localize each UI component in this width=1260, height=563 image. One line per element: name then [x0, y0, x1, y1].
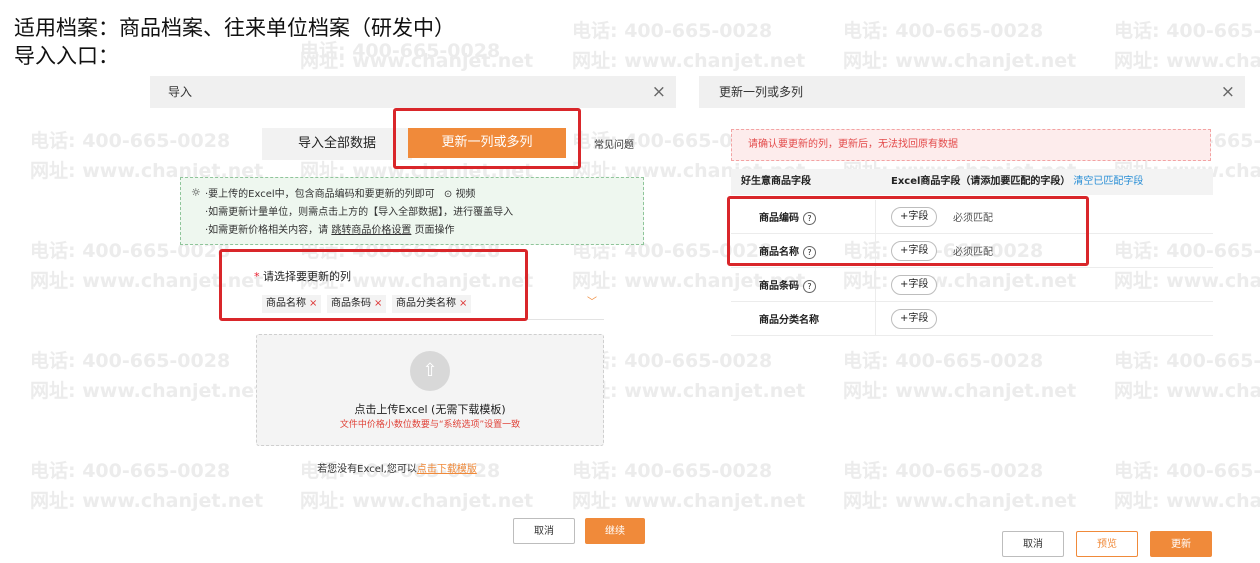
tip-text: ·如需更新价格相关内容，请 — [205, 225, 329, 236]
clear-matched-link[interactable]: 清空已匹配字段 — [1073, 176, 1143, 187]
tips-box: ☼ ·要上传的Excel中，包含商品编码和要更新的列即可 ⊙ 视频 ·如需更新计… — [180, 177, 644, 245]
column-divider — [875, 302, 876, 336]
close-icon[interactable]: × — [652, 76, 666, 108]
close-icon[interactable]: × — [1221, 76, 1235, 108]
video-link[interactable]: 视频 — [455, 189, 475, 200]
col-header-excel-field: Excel商品字段（请添加要匹配的字段） 清空已匹配字段 — [891, 169, 1143, 195]
warning-banner: 请确认要更新的列，更新后，无法找回原有数据 — [731, 129, 1211, 161]
preview-button[interactable]: 预览 — [1076, 531, 1138, 557]
doc-heading-archives: 适用档案：商品档案、往来单位档案（研发中） — [14, 16, 455, 40]
watermark-phone: 电话: 400-665-0028 — [843, 20, 1044, 42]
highlight-box — [219, 249, 528, 321]
price-setting-link[interactable]: 跳转商品价格设置 — [331, 225, 411, 236]
field-name-text: 商品条码 — [759, 281, 799, 292]
mapping-table-header: 好生意商品字段 Excel商品字段（请添加要匹配的字段） 清空已匹配字段 — [731, 169, 1213, 195]
cancel-button[interactable]: 取消 — [513, 518, 575, 544]
update-button[interactable]: 更新 — [1150, 531, 1212, 557]
highlight-box — [393, 108, 581, 169]
table-row: 商品条码? +字段 — [731, 268, 1213, 302]
dialog-title: 更新一列或多列 — [719, 85, 804, 99]
tip-text: 页面操作 — [414, 225, 455, 236]
download-template-line: 若您没有Excel,您可以点击下载模版 — [150, 460, 644, 475]
watermark-web: 网址: www.chanjet.net — [1114, 50, 1260, 72]
add-field-button[interactable]: +字段 — [891, 275, 938, 295]
import-dialog-titlebar: 导入 × — [150, 76, 676, 108]
upload-arrow-icon: ⇧ — [410, 351, 450, 391]
watermark-web: 网址: www.chanjet.net — [843, 50, 1077, 72]
field-name: 商品条码? — [759, 277, 816, 293]
tip-line-3: ·如需更新价格相关内容，请 跳转商品价格设置 页面操作 — [205, 221, 455, 236]
play-video-icon[interactable]: ⊙ — [444, 189, 452, 200]
tip-text: ·要上传的Excel中，包含商品编码和要更新的列即可 — [205, 189, 435, 200]
upload-area[interactable]: ⇧ 点击上传Excel (无需下载模板) 文件中价格小数位数要与“系统选项”设置… — [256, 334, 604, 446]
lightbulb-icon: ☼ — [191, 186, 201, 199]
tab-import-all[interactable]: 导入全部数据 — [262, 128, 412, 160]
tip-line-1: ·要上传的Excel中，包含商品编码和要更新的列即可 ⊙ 视频 — [205, 185, 475, 200]
dialog-title: 导入 — [168, 85, 193, 99]
doc-heading-entry: 导入入口： — [14, 44, 119, 68]
watermark-phone: 电话: 400-665-0028 — [1114, 20, 1260, 42]
col-header-system-field: 好生意商品字段 — [741, 176, 811, 187]
faq-link[interactable]: 常见问题 — [594, 136, 634, 151]
upload-title: 点击上传Excel (无需下载模板) — [354, 403, 506, 416]
continue-button[interactable]: 继续 — [585, 518, 645, 544]
add-field-button[interactable]: +字段 — [891, 309, 938, 329]
highlight-box — [727, 196, 1089, 266]
upload-note: 文件中价格小数位数要与“系统选项”设置一致 — [339, 420, 521, 430]
update-columns-dialog: 更新一列或多列 × 请确认要更新的列，更新后，无法找回原有数据 好生意商品字段 … — [699, 76, 1245, 557]
download-template-link[interactable]: 点击下载模版 — [417, 464, 477, 475]
watermark-web: 网址: www.chanjet.net — [300, 50, 534, 72]
tip-line-2: ·如需更新计量单位，则需点击上方的【导入全部数据】，进行覆盖导入 — [205, 207, 514, 218]
update-dialog-titlebar: 更新一列或多列 × — [699, 76, 1245, 108]
no-excel-text: 若您没有Excel,您可以 — [317, 464, 417, 475]
cancel-button[interactable]: 取消 — [1002, 531, 1064, 557]
field-name-text: 商品分类名称 — [759, 315, 819, 326]
field-name: 商品分类名称 — [759, 311, 819, 326]
help-icon[interactable]: ? — [803, 279, 816, 293]
column-divider — [875, 268, 876, 302]
watermark-web: 网址: www.chanjet.net — [572, 50, 806, 72]
chevron-down-icon[interactable]: ﹀ — [587, 293, 597, 308]
table-row: 商品分类名称 +字段 — [731, 302, 1213, 336]
watermark-phone: 电话: 400-665-0028 — [572, 20, 773, 42]
col-header-text: Excel商品字段（请添加要匹配的字段） — [891, 176, 1071, 187]
